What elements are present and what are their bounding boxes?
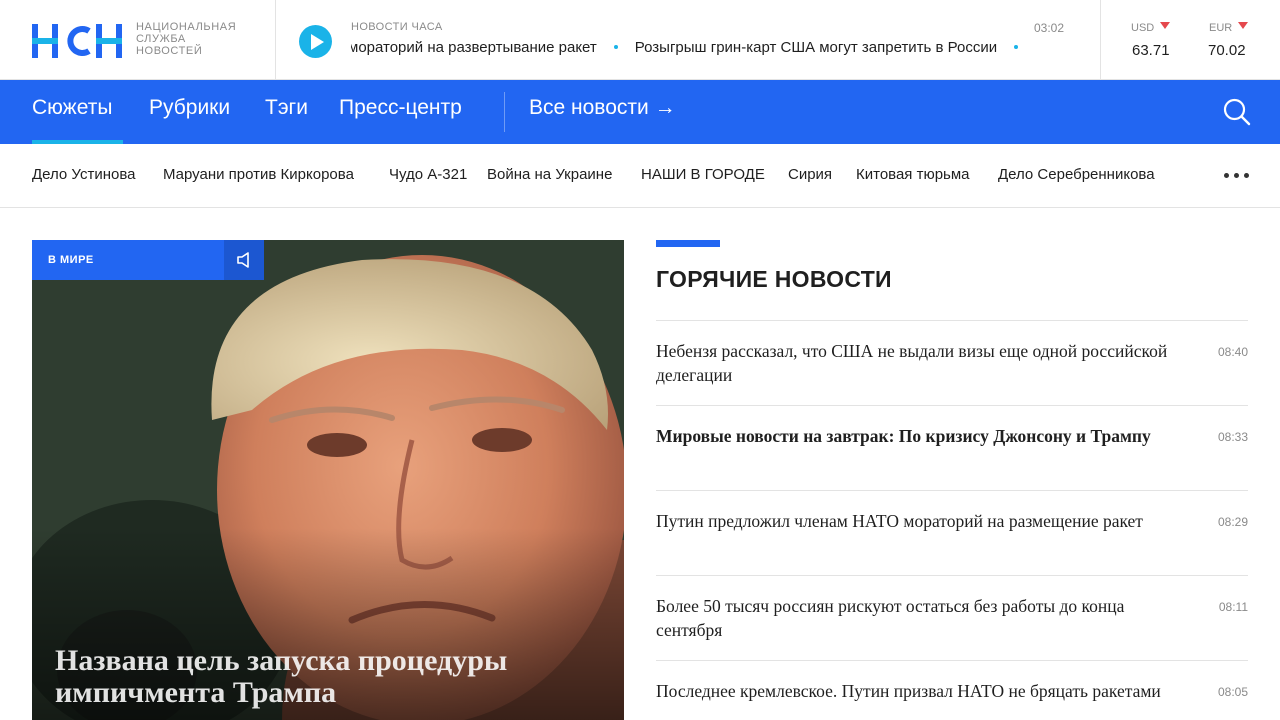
topic-link[interactable]: Дело Серебренникова <box>998 166 1155 183</box>
news-headline[interactable]: Более 50 тысяч россиян рискуют остаться … <box>656 594 1176 642</box>
ticker-dot-icon <box>613 45 618 50</box>
arrow-down-icon <box>1238 21 1249 29</box>
currency-eur-value: 70.02 <box>1208 42 1246 59</box>
currency-eur-label: EUR <box>1209 21 1249 34</box>
logo-caption-line: НАЦИОНАЛЬНАЯ <box>136 21 237 33</box>
ticker-label: НОВОСТИ ЧАСА <box>351 21 443 33</box>
speaker-icon <box>237 252 249 268</box>
topic-link[interactable]: Война на Украине <box>487 166 612 183</box>
main-nav: Сюжеты Рубрики Тэги Пресс-центр Все ново… <box>0 80 1280 144</box>
list-item[interactable]: Мировые новости на завтрак: По кризису Д… <box>656 405 1248 490</box>
news-headline[interactable]: Путин предложил членам НАТО мораторий на… <box>656 509 1176 533</box>
ticker-item[interactable]: Розыгрыш грин-карт США могут запретить в… <box>635 39 997 56</box>
hot-news-heading: ГОРЯЧИЕ НОВОСТИ <box>656 266 892 292</box>
site-logo[interactable] <box>32 24 122 58</box>
logo-caption: НАЦИОНАЛЬНАЯ СЛУЖБА НОВОСТЕЙ <box>136 21 236 57</box>
list-item[interactable]: Путин предложил членам НАТО мораторий на… <box>656 490 1248 575</box>
hot-news-list: Небензя рассказал, что США не выдали виз… <box>656 320 1248 720</box>
all-news-link[interactable]: Все новости → <box>529 96 676 120</box>
logo-caption-line: НОВОСТЕЙ <box>136 45 203 57</box>
currency-code: EUR <box>1209 22 1233 34</box>
ticker-item[interactable]: мораторий на развертывание ракет <box>351 39 597 56</box>
hero-headline[interactable]: Названа цель запуска процедуры импичмент… <box>55 645 595 709</box>
topic-link[interactable]: Сирия <box>788 166 832 183</box>
topic-link[interactable]: НАШИ В ГОРОДЕ <box>641 166 765 183</box>
nav-item-rubrics[interactable]: Рубрики <box>149 96 230 120</box>
news-time: 08:33 <box>1217 430 1248 444</box>
topics-bar: Дело Устинова Маруани против Киркорова Ч… <box>0 144 1280 208</box>
dot-icon <box>1224 173 1229 178</box>
topic-link[interactable]: Чудо А-321 <box>389 166 467 183</box>
news-headline[interactable]: Небензя рассказал, что США не выдали виз… <box>656 339 1176 387</box>
divider <box>1100 0 1101 80</box>
nav-divider <box>504 92 505 132</box>
ticker-dot-icon <box>1014 45 1019 50</box>
play-icon <box>311 34 324 50</box>
news-headline[interactable]: Последнее кремлевское. Путин призвал НАТ… <box>656 679 1176 703</box>
listen-button[interactable] <box>224 240 264 280</box>
topic-link[interactable]: Китовая тюрьма <box>856 166 970 183</box>
search-icon <box>1223 98 1251 126</box>
currency-usd-value: 63.71 <box>1132 42 1170 59</box>
top-bar: НАЦИОНАЛЬНАЯ СЛУЖБА НОВОСТЕЙ НОВОСТИ ЧАС… <box>0 0 1280 80</box>
nav-item-press-center[interactable]: Пресс-центр <box>339 96 462 120</box>
ticker-time: 03:02 <box>1034 21 1065 35</box>
more-topics-button[interactable] <box>1224 172 1250 180</box>
nav-item-tags[interactable]: Тэги <box>265 96 308 120</box>
list-item[interactable]: Последнее кремлевское. Путин призвал НАТ… <box>656 660 1248 720</box>
news-headline[interactable]: Мировые новости на завтрак: По кризису Д… <box>656 424 1176 448</box>
list-item[interactable]: Более 50 тысяч россиян рискуют остаться … <box>656 575 1248 660</box>
dot-icon <box>1234 173 1239 178</box>
play-news-button[interactable] <box>299 25 332 58</box>
currency-code: USD <box>1131 22 1155 34</box>
currency-usd-label: USD <box>1131 21 1171 34</box>
news-time: 08:11 <box>1218 600 1248 614</box>
news-ticker: мораторий на развертывание ракет Розыгрыш… <box>351 39 1063 61</box>
section-accent <box>656 240 720 247</box>
logo-caption-line: СЛУЖБА <box>136 33 186 45</box>
arrow-down-icon <box>1160 21 1171 29</box>
news-time: 08:29 <box>1217 515 1248 529</box>
news-time: 08:40 <box>1217 345 1248 359</box>
divider <box>275 0 276 80</box>
search-button[interactable] <box>1222 97 1252 127</box>
dot-icon <box>1244 173 1249 178</box>
hero-article[interactable]: В МИРЕ Названа цель запуска процедуры им… <box>32 240 624 720</box>
list-item[interactable]: Небензя рассказал, что США не выдали виз… <box>656 320 1248 405</box>
topic-link[interactable]: Дело Устинова <box>32 166 135 183</box>
topic-link[interactable]: Маруани против Киркорова <box>163 166 354 183</box>
nav-item-stories[interactable]: Сюжеты <box>32 96 112 120</box>
news-time: 08:05 <box>1217 685 1248 699</box>
